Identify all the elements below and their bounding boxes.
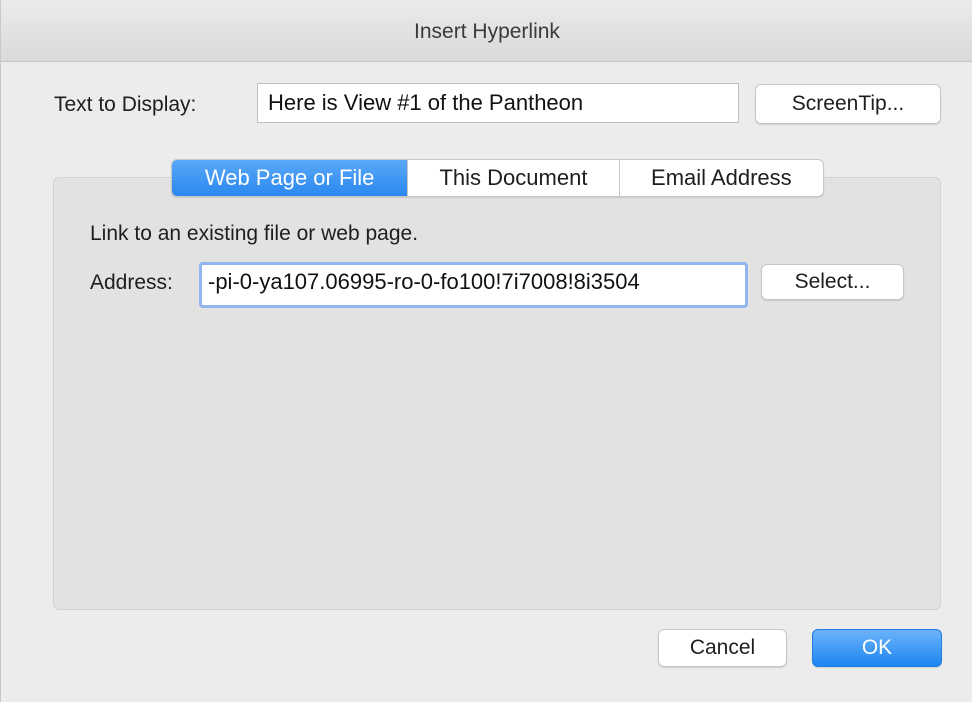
tab-web-page-or-file[interactable]: Web Page or File bbox=[172, 160, 409, 196]
address-label: Address: bbox=[90, 271, 173, 294]
tab-this-document[interactable]: This Document bbox=[408, 160, 620, 196]
address-value: -pi-0-ya107.06995-ro-0-fo100!7i7008!8i35… bbox=[208, 269, 640, 294]
cancel-button[interactable]: Cancel bbox=[658, 629, 787, 667]
tab-email-address[interactable]: Email Address bbox=[620, 160, 823, 196]
screentip-button[interactable]: ScreenTip... bbox=[755, 84, 941, 124]
link-description: Link to an existing file or web page. bbox=[90, 222, 419, 245]
link-type-tabs: Web Page or File This Document Email Add… bbox=[171, 159, 824, 197]
dialog-title: Insert Hyperlink bbox=[414, 20, 560, 43]
select-button[interactable]: Select... bbox=[761, 264, 904, 300]
title-bar[interactable]: Insert Hyperlink bbox=[1, 0, 972, 62]
address-input[interactable]: -pi-0-ya107.06995-ro-0-fo100!7i7008!8i35… bbox=[199, 262, 748, 308]
insert-hyperlink-dialog: Insert Hyperlink Text to Display: Here i… bbox=[0, 0, 972, 702]
text-to-display-label: Text to Display: bbox=[54, 93, 197, 116]
text-to-display-input[interactable]: Here is View #1 of the Pantheon bbox=[257, 83, 739, 123]
ok-button[interactable]: OK bbox=[812, 629, 942, 667]
